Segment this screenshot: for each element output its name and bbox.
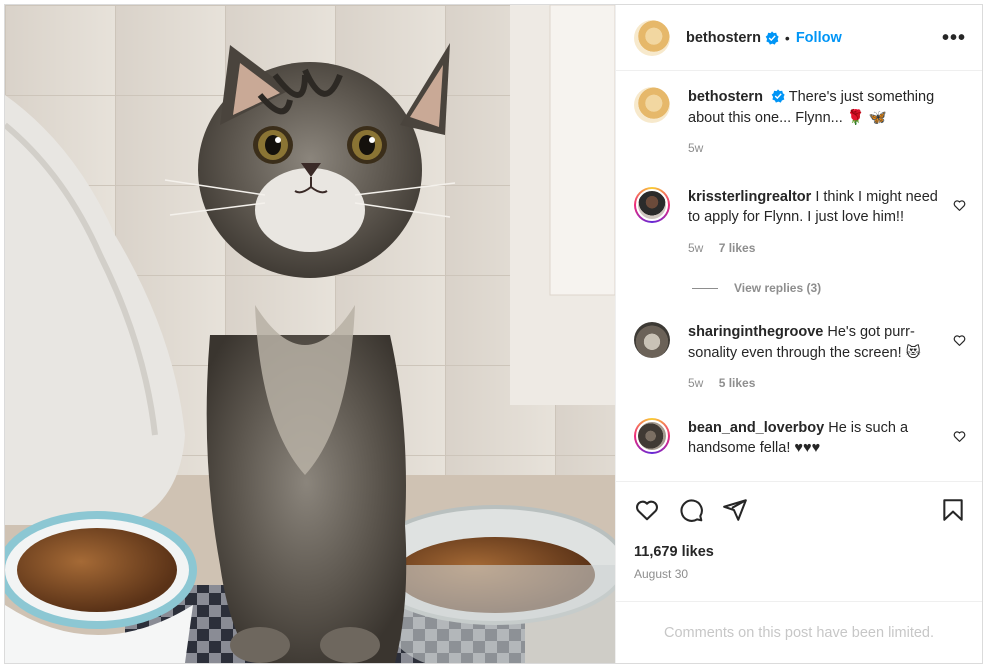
- kitten-photo: [5, 5, 615, 663]
- share-icon[interactable]: [722, 497, 748, 523]
- comment-likes[interactable]: 5 likes: [719, 376, 756, 390]
- verified-badge-icon: [765, 30, 779, 45]
- avatar[interactable]: [634, 186, 670, 223]
- view-replies-button[interactable]: View replies (3): [692, 281, 966, 295]
- avatar[interactable]: [634, 87, 670, 123]
- comment-username[interactable]: bean_and_loverboy: [688, 420, 824, 436]
- comment-body: bean_and_loverboy He is such a handsome …: [688, 418, 950, 459]
- comment-like-heart-icon[interactable]: [953, 199, 966, 212]
- comment-body: sharinginthegroove He's got purr-sonalit…: [688, 322, 950, 394]
- verified-badge-icon: [771, 89, 785, 103]
- comment-username[interactable]: krissterlingrealtor: [688, 189, 811, 205]
- action-bar: [634, 494, 966, 526]
- comment-time[interactable]: 5w: [688, 241, 703, 255]
- caption-body: bethostern There's just something about …: [688, 87, 950, 159]
- caption: bethostern There's just something about …: [634, 87, 966, 159]
- heart-icon[interactable]: [634, 497, 660, 523]
- comments-limited-notice: Comments on this post have been limited.: [616, 601, 982, 663]
- comment-item: krissterlingrealtor I think I might need…: [634, 186, 966, 259]
- post-author-username[interactable]: bethostern: [686, 30, 761, 46]
- comment-like-heart-icon[interactable]: [953, 334, 966, 347]
- separator-dot: •: [784, 29, 790, 46]
- post-image[interactable]: [5, 5, 615, 663]
- post-modal: bethostern • Follow ••• bethostern There…: [4, 4, 983, 664]
- post-header: bethostern • Follow •••: [616, 5, 982, 71]
- comment-meta: 5w 5 likes: [688, 373, 950, 394]
- comment-likes[interactable]: 7 likes: [719, 241, 756, 255]
- comment-time[interactable]: 5w: [688, 376, 703, 390]
- comment-meta: 5w 7 likes: [688, 238, 950, 259]
- avatar[interactable]: [634, 417, 670, 454]
- caption-username[interactable]: bethostern: [688, 89, 763, 105]
- bookmark-icon[interactable]: [940, 497, 966, 523]
- comment-icon[interactable]: [678, 497, 704, 523]
- post-date[interactable]: August 30: [634, 567, 966, 581]
- likes-count[interactable]: 11,679 likes: [634, 544, 966, 560]
- view-replies-label: View replies (3): [734, 281, 822, 295]
- comment-like-heart-icon[interactable]: [953, 430, 966, 443]
- avatar[interactable]: [634, 322, 670, 358]
- post-details-panel: bethostern • Follow ••• bethostern There…: [615, 5, 982, 663]
- follow-button[interactable]: Follow: [796, 30, 842, 46]
- caption-time[interactable]: 5w: [688, 141, 703, 155]
- comment-item: bean_and_loverboy He is such a handsome …: [634, 417, 966, 459]
- more-options-icon[interactable]: •••: [942, 28, 966, 48]
- comment-body: krissterlingrealtor I think I might need…: [688, 187, 950, 259]
- comment-username[interactable]: sharinginthegroove: [688, 324, 823, 340]
- comment-item: sharinginthegroove He's got purr-sonalit…: [634, 322, 966, 394]
- replies-divider-line: [692, 287, 718, 289]
- comments-list[interactable]: bethostern There's just something about …: [616, 71, 982, 481]
- avatar[interactable]: [634, 19, 670, 56]
- caption-meta: 5w: [688, 138, 950, 159]
- post-actions-area: 11,679 likes August 30: [616, 481, 982, 601]
